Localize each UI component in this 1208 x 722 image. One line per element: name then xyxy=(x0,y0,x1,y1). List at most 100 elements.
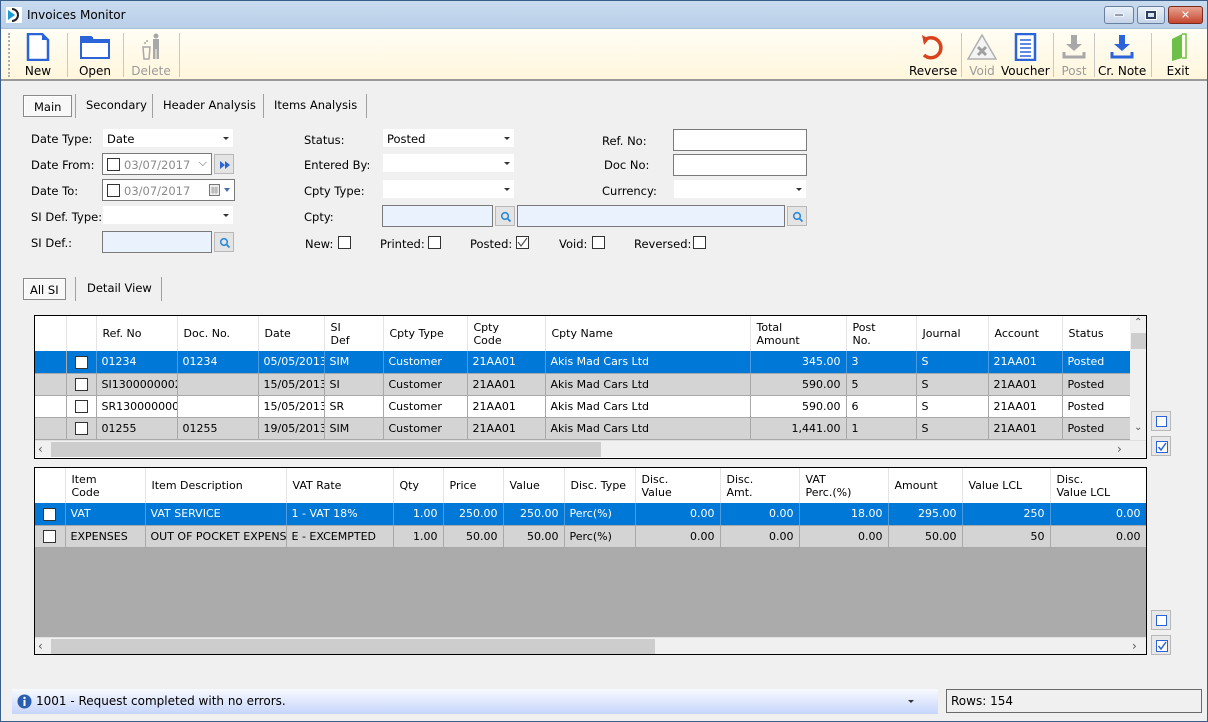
status-dropdown-icon[interactable] xyxy=(908,700,914,703)
tab-items-analysis[interactable]: Items Analysis xyxy=(264,94,367,118)
invoices-column-header[interactable]: Cpty Code xyxy=(467,316,546,351)
minimize-button[interactable] xyxy=(1104,6,1134,24)
flag-new-checkbox[interactable] xyxy=(338,236,351,249)
cpty-code-search-button[interactable] xyxy=(495,206,515,226)
items-column-header[interactable]: VAT Rate xyxy=(286,468,394,503)
items-column-header[interactable]: Disc. Value LCL xyxy=(1050,468,1146,503)
exit-button[interactable]: Exit xyxy=(1161,31,1195,79)
doc-no-input[interactable] xyxy=(673,154,807,176)
flag-void-checkbox[interactable] xyxy=(592,236,605,249)
invoices-column-header[interactable]: Status xyxy=(1062,316,1132,351)
status-select[interactable]: Posted xyxy=(382,128,515,148)
si-def-search-button[interactable] xyxy=(214,232,234,252)
si-def-type-select[interactable] xyxy=(102,205,234,225)
invoices-column-header[interactable]: Total Amount xyxy=(750,316,847,351)
items-column-header[interactable]: Value LCL xyxy=(962,468,1051,503)
si-def-input[interactable] xyxy=(102,231,212,253)
table-row[interactable]: SR130000000215/05/2013SRCustomer21AA01Ak… xyxy=(35,395,1132,418)
cpty-name-search-button[interactable] xyxy=(787,206,807,226)
items-column-header[interactable]: Price xyxy=(443,468,504,503)
post-button[interactable]: Post xyxy=(1057,31,1091,79)
items-column-header[interactable]: VAT Perc.(%) xyxy=(799,468,889,503)
date-type-select[interactable]: Date xyxy=(102,128,234,148)
new-button[interactable]: New xyxy=(17,31,59,79)
invoices-column-header[interactable]: Doc. No. xyxy=(177,316,259,351)
row-checkbox[interactable] xyxy=(74,355,88,369)
items-column-header[interactable]: Amount xyxy=(888,468,963,503)
tab-all-si[interactable]: All SI xyxy=(23,278,66,300)
invoices-column-header[interactable]: Date xyxy=(258,316,325,351)
table-row[interactable]: 01234 01234 05/05/2013 SIM Customer 21AA01 Aki… xyxy=(35,351,1132,374)
date-to-checkbox[interactable] xyxy=(107,184,120,197)
close-button[interactable]: ✕ xyxy=(1168,6,1203,24)
items-column-header[interactable]: Item Code xyxy=(65,468,146,503)
invoices-column-header[interactable]: SI Def xyxy=(324,316,384,351)
tab-header-analysis[interactable]: Header Analysis xyxy=(153,94,266,118)
items-column-header[interactable]: Disc. Amt. xyxy=(720,468,800,503)
scroll-up-icon[interactable]: ⌃ xyxy=(1134,317,1142,328)
date-forward-button[interactable] xyxy=(214,154,234,174)
uncheck-all-button[interactable] xyxy=(1151,411,1171,431)
tab-detail-view[interactable]: Detail View xyxy=(77,277,162,301)
tab-secondary[interactable]: Secondary xyxy=(76,94,157,118)
invoices-column-header[interactable]: Journal xyxy=(916,316,989,351)
scroll-right-icon[interactable]: › xyxy=(1132,639,1137,653)
flag-posted-checkbox[interactable] xyxy=(516,236,529,249)
cpty-type-select[interactable] xyxy=(382,179,515,199)
flag-reversed-checkbox[interactable] xyxy=(693,236,706,249)
invoices-column-header[interactable] xyxy=(35,316,67,351)
row-checkbox[interactable] xyxy=(43,507,57,521)
items-uncheck-all-button[interactable] xyxy=(1151,610,1171,630)
row-header-cell[interactable] xyxy=(35,373,67,396)
check-all-button[interactable] xyxy=(1151,436,1171,456)
date-from-picker[interactable]: 03/07/2017 ⌵ xyxy=(102,153,212,175)
tab-main[interactable]: Main xyxy=(23,95,73,117)
cpty-name-input[interactable] xyxy=(517,205,785,227)
scroll-thumb[interactable] xyxy=(51,639,655,654)
restore-button[interactable] xyxy=(1137,6,1165,24)
void-button[interactable]: Void xyxy=(965,31,999,79)
invoices-column-header[interactable] xyxy=(66,316,97,351)
row-checkbox[interactable] xyxy=(74,399,88,413)
invoices-column-header[interactable]: Account xyxy=(988,316,1063,351)
toolbar-grip[interactable] xyxy=(8,33,10,77)
invoices-horizontal-scrollbar[interactable]: ‹ › xyxy=(35,440,1146,457)
credit-note-button[interactable]: Cr. Note xyxy=(1098,31,1146,79)
items-column-header[interactable]: Value xyxy=(503,468,565,503)
items-column-header[interactable]: Item Description xyxy=(145,468,287,503)
scroll-down-icon[interactable]: ⌄ xyxy=(1134,422,1142,433)
row-checkbox[interactable] xyxy=(74,421,88,435)
invoices-vertical-scrollbar[interactable]: ⌃ ⌄ xyxy=(1130,316,1146,440)
scroll-left-icon[interactable]: ‹ xyxy=(38,639,43,653)
table-row[interactable]: SI1300000002 15/05/2013 SI Customer 21AA01 Ak… xyxy=(35,373,1132,396)
table-row[interactable]: 01255 01255 19/05/2013 SIM Customer 21AA01 Aki… xyxy=(35,417,1132,440)
invoices-column-header[interactable]: Post No. xyxy=(846,316,917,351)
items-check-all-button[interactable] xyxy=(1151,635,1171,655)
open-button[interactable]: Open xyxy=(74,31,116,79)
scroll-thumb[interactable] xyxy=(51,442,601,457)
flag-printed-checkbox[interactable] xyxy=(428,236,441,249)
row-header-cell[interactable] xyxy=(35,417,67,440)
voucher-button[interactable]: Voucher xyxy=(1001,31,1050,79)
items-column-header[interactable]: Disc. Value xyxy=(635,468,721,503)
currency-select[interactable] xyxy=(673,179,807,199)
invoices-column-header[interactable]: Ref. No xyxy=(96,316,178,351)
items-horizontal-scrollbar[interactable]: ‹ › xyxy=(35,637,1146,654)
items-column-header[interactable]: Qty xyxy=(393,468,444,503)
scroll-right-icon[interactable]: › xyxy=(1117,442,1122,456)
delete-button[interactable]: Delete xyxy=(130,31,172,79)
scroll-left-icon[interactable]: ‹ xyxy=(38,442,43,456)
row-checkbox[interactable] xyxy=(43,529,57,543)
invoices-column-header[interactable]: Cpty Type xyxy=(383,316,468,351)
table-row[interactable]: EXPENSES OUT OF POCKET EXPENSES E - EXCEMP… xyxy=(35,525,1146,548)
ref-no-input[interactable] xyxy=(673,129,807,151)
table-row[interactable]: VAT VAT SERVICE 1 - VAT 18% 1.00 250.00 250.0… xyxy=(35,503,1146,526)
items-column-header[interactable]: Disc. Type xyxy=(564,468,636,503)
date-from-checkbox[interactable] xyxy=(107,158,120,171)
entered-by-select[interactable] xyxy=(382,153,515,173)
cpty-code-input[interactable] xyxy=(382,205,493,227)
row-checkbox[interactable] xyxy=(74,377,88,391)
date-to-picker[interactable]: 03/07/2017 xyxy=(102,179,235,201)
row-header-cell[interactable] xyxy=(35,351,67,374)
items-column-header[interactable] xyxy=(35,468,66,503)
